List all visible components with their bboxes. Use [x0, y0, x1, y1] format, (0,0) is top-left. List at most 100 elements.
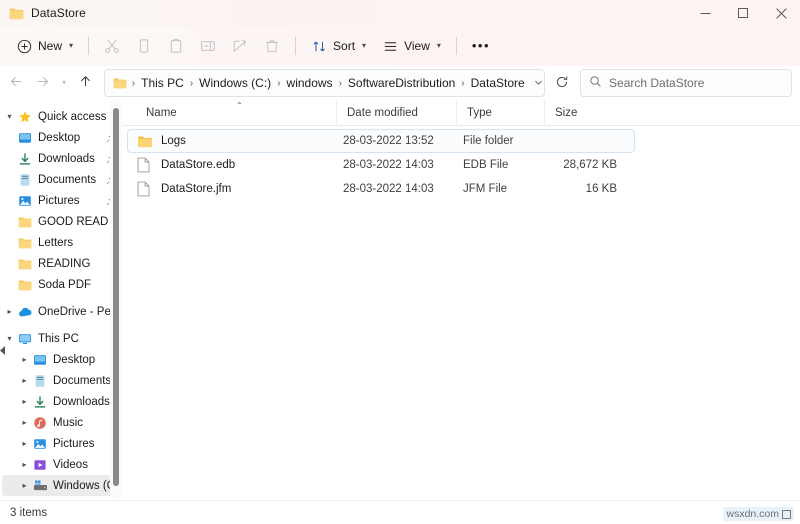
new-button[interactable]: New ▾ [8, 32, 81, 60]
maximize-button[interactable] [724, 0, 762, 26]
sidebar-item-pc-pictures[interactable]: ▸ Pictures [2, 433, 120, 454]
up-button[interactable] [72, 70, 97, 96]
videos-icon [32, 458, 48, 472]
sidebar-item-pc-documents[interactable]: ▸ Documents [2, 370, 120, 391]
back-button[interactable] [4, 70, 29, 96]
chevron-down-icon: ▾ [436, 41, 441, 50]
scissors-icon [104, 38, 120, 54]
search-icon [589, 75, 602, 91]
folder-icon [17, 258, 33, 270]
sidebar-item-good-read[interactable]: GOOD READ [2, 211, 120, 232]
sidebar-item-pc-music[interactable]: ▸ Music [2, 412, 120, 433]
more-options-button[interactable]: ••• [464, 32, 498, 60]
recent-locations-button[interactable]: ▾ [55, 70, 73, 96]
view-button[interactable]: View ▾ [374, 32, 449, 60]
breadcrumb-item-datastore[interactable]: DataStore [467, 74, 529, 92]
search-input[interactable]: Search DataStore [609, 76, 704, 90]
folder-icon [137, 135, 154, 148]
documents-icon [17, 173, 33, 187]
sidebar-group-label: This PC [38, 332, 79, 345]
sidebar-group-quick-access[interactable]: ▾ Quick access [2, 106, 120, 127]
sort-button[interactable]: Sort ▾ [303, 32, 374, 60]
refresh-button[interactable] [551, 71, 574, 95]
chevron-right-icon[interactable]: ▸ [17, 481, 32, 490]
breadcrumb-dropdown-icon[interactable] [529, 77, 548, 90]
copy-button[interactable] [128, 32, 160, 60]
chevron-down-icon[interactable]: ▾ [2, 112, 17, 121]
chevron-right-icon[interactable]: ▸ [17, 376, 32, 385]
sidebar-item-label: OneDrive - Persona [38, 305, 116, 318]
sidebar-item-downloads[interactable]: Downloads [2, 148, 120, 169]
sidebar-item-pc-videos[interactable]: ▸ Videos [2, 454, 120, 475]
column-header-name-label: Name [146, 106, 177, 119]
chevron-right-icon[interactable]: ▸ [17, 460, 32, 469]
forward-button[interactable] [29, 70, 54, 96]
sidebar-group-this-pc[interactable]: ▾ This PC [2, 328, 120, 349]
sidebar-scrollbar-track[interactable] [110, 100, 122, 500]
file-date-modified: 28-03-2022 14:03 [343, 159, 434, 171]
sidebar-scrollbar-thumb[interactable] [113, 108, 119, 486]
paste-button[interactable] [160, 32, 192, 60]
sidebar-item-windows-c[interactable]: ▸ Windows (C:) [2, 475, 120, 496]
breadcrumb-item-this-pc[interactable]: This PC [137, 74, 188, 92]
search-box[interactable]: Search DataStore [580, 69, 793, 97]
arrow-left-icon [9, 74, 24, 92]
sidebar-item-letters[interactable]: Letters [2, 232, 120, 253]
star-icon [17, 110, 33, 124]
minimize-button[interactable] [686, 0, 724, 26]
file-name: DataStore.edb [161, 159, 236, 171]
sidebar-item-pc-desktop[interactable]: ▸ Desktop [2, 349, 120, 370]
table-row[interactable]: DataStore.edb 28-03-2022 14:03 EDB File … [127, 153, 635, 177]
column-header-type-label: Type [467, 106, 492, 119]
chevron-right-icon[interactable]: ▸ [17, 397, 32, 406]
chevron-right-icon[interactable]: ▸ [17, 418, 32, 427]
sidebar-item-onedrive[interactable]: ▸ OneDrive - Persona [2, 301, 120, 322]
breadcrumb-item-softwaredistribution[interactable]: SoftwareDistribution [344, 74, 459, 92]
desktop-icon [17, 131, 33, 145]
pictures-icon [17, 194, 33, 208]
file-explorer-window: DataStore New ▾ Sort ▾ View ▾ ••• ▾ › Th… [0, 0, 800, 524]
share-button[interactable] [224, 32, 256, 60]
breadcrumb-bar[interactable]: › This PC › Windows (C:) › windows › Sof… [103, 69, 548, 97]
toolbar-divider-1 [88, 37, 90, 55]
sidebar-item-reading[interactable]: READING [2, 253, 120, 274]
folder-icon [113, 77, 127, 89]
sidebar-item-label: Letters [38, 236, 74, 249]
chevron-right-icon[interactable]: ▸ [2, 307, 17, 316]
folder-icon [17, 216, 33, 228]
column-header-type[interactable]: Type [456, 99, 544, 126]
chevron-down-icon[interactable]: ▾ [2, 334, 17, 343]
chevron-right-icon[interactable]: ▸ [17, 355, 32, 364]
sidebar-item-desktop[interactable]: Desktop [2, 127, 120, 148]
breadcrumb-item-windows[interactable]: windows [283, 74, 337, 92]
breadcrumb-separator: › [131, 77, 136, 89]
watermark-box-icon [782, 509, 791, 519]
chevron-right-icon[interactable]: ▸ [17, 439, 32, 448]
breadcrumb-separator: › [461, 77, 465, 89]
sidebar-item-label: READING [38, 257, 91, 270]
table-row[interactable]: DataStore.jfm 28-03-2022 14:03 JFM File … [127, 177, 635, 201]
cut-button[interactable] [96, 32, 128, 60]
item-count-label: 3 items [10, 506, 48, 519]
column-header-size[interactable]: Size [544, 99, 618, 126]
breadcrumb-separator: › [277, 77, 281, 89]
table-row[interactable]: Logs 28-03-2022 13:52 File folder [127, 129, 635, 153]
sidebar-item-documents[interactable]: Documents [2, 169, 120, 190]
rename-icon [200, 38, 216, 54]
column-header-name[interactable]: Name ⌃ [136, 100, 336, 126]
delete-button[interactable] [256, 32, 288, 60]
address-bar: ▾ › This PC › Windows (C:) › windows › S… [0, 66, 800, 100]
arrow-up-icon [78, 74, 93, 92]
rename-button[interactable] [192, 32, 224, 60]
navigation-pane[interactable]: ▾ Quick access Desktop Downloads Documen… [0, 100, 122, 500]
sidebar-item-pc-downloads[interactable]: ▸ Downloads [2, 391, 120, 412]
sidebar-item-label: Videos [53, 458, 88, 471]
sidebar-item-pictures[interactable]: Pictures [2, 190, 120, 211]
close-button[interactable] [762, 0, 800, 26]
file-name: Logs [161, 135, 186, 147]
breadcrumb-item-windows-c[interactable]: Windows (C:) [195, 74, 275, 92]
sidebar-item-soda-pdf[interactable]: Soda PDF [2, 274, 120, 295]
column-header-size-label: Size [555, 106, 578, 119]
toolbar-divider-2 [295, 37, 297, 55]
column-header-date-modified[interactable]: Date modified [336, 99, 456, 126]
